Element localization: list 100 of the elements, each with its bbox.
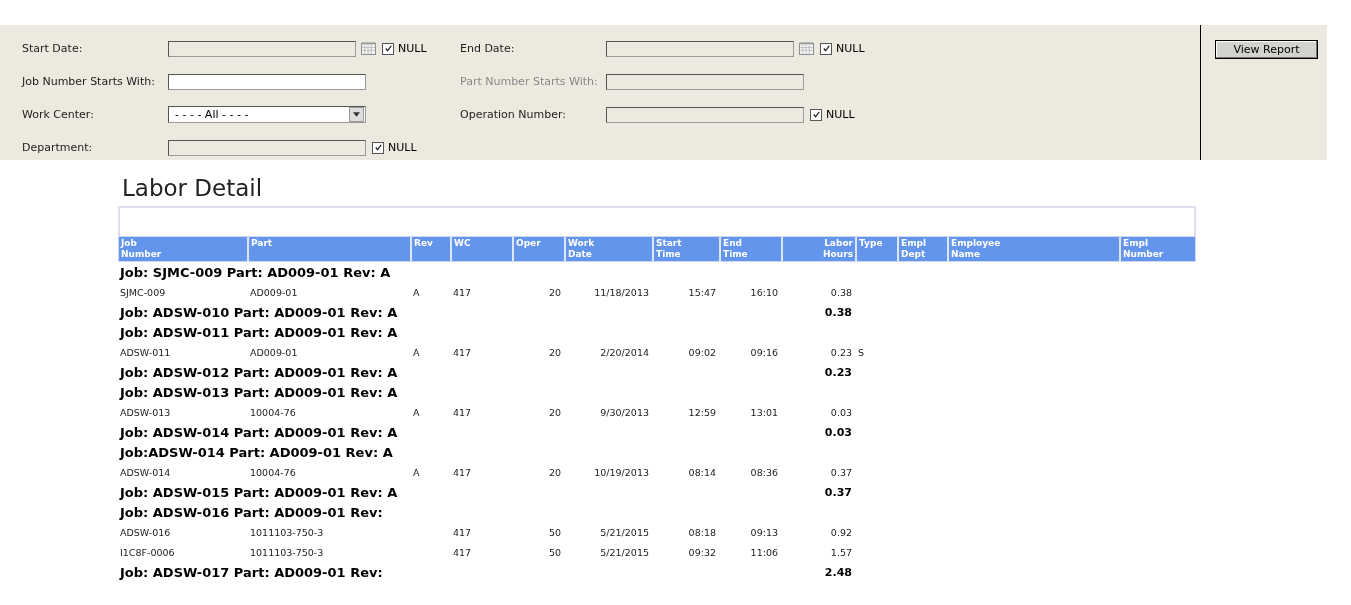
table-cell: ADSW-011 — [120, 346, 171, 358]
table-cell: 10/19/2013 — [594, 466, 649, 478]
parameter-label: Operation Number: — [460, 108, 567, 121]
group-header: Job: ADSW-017 Part: AD009-01 Rev: — [118, 564, 384, 580]
dropdown-arrow-icon — [353, 112, 360, 117]
table-cell: 20 — [548, 466, 561, 478]
table-cell: 10004-76 — [250, 466, 296, 478]
table-cell: AD009-01 — [250, 346, 298, 358]
column-header: Empl Number — [1122, 237, 1165, 261]
table-cell: 11:06 — [750, 546, 778, 558]
table-cell: 1011103-750-3 — [250, 526, 324, 538]
parameter-label: Job Number Starts With: — [22, 75, 156, 88]
table-cell: A — [413, 466, 420, 478]
table-cell: A — [413, 346, 420, 358]
group-header: Job:ADSW-014 Part: AD009-01 Rev: A — [118, 444, 394, 460]
group-header: Job: ADSW-011 Part: AD009-01 Rev: A — [118, 324, 399, 340]
table-cell: 417 — [453, 546, 472, 558]
group-header: Job: ADSW-012 Part: AD009-01 Rev: A — [118, 364, 399, 380]
table-cell: 08:18 — [688, 526, 716, 538]
group-header: Job: ADSW-013 Part: AD009-01 Rev: A — [118, 384, 399, 400]
column-header: WC — [452, 237, 514, 261]
parameter-label: Department: — [22, 141, 94, 154]
calendar-icon[interactable] — [361, 42, 376, 55]
column-header: Rev — [412, 237, 452, 261]
table-cell: 417 — [453, 286, 472, 298]
null-checkbox[interactable]: NULL — [382, 42, 427, 55]
table-cell: 417 — [453, 406, 472, 418]
column-header: Job Number — [119, 237, 249, 261]
table-cell: 417 — [453, 466, 472, 478]
table-cell: 0.03 — [830, 406, 852, 418]
parameter-label: Start Date: — [22, 42, 84, 55]
table-cell: ADSW-013 — [120, 406, 171, 418]
checkmark-icon — [811, 110, 821, 119]
table-cell: 5/21/2015 — [600, 526, 649, 538]
table-cell: 16:10 — [750, 286, 778, 298]
column-header: Labor Hours — [783, 237, 857, 261]
table-cell: 13:01 — [750, 406, 778, 418]
table-cell: 0.38 — [830, 286, 852, 298]
table-cell: ADSW-014 — [120, 466, 171, 478]
report-title: Labor Detail — [122, 175, 264, 201]
table-cell: 0.92 — [830, 526, 852, 538]
column-header: Work Date — [566, 237, 654, 261]
table-cell: 1.57 — [830, 546, 852, 558]
group-header: Job: ADSW-015 Part: AD009-01 Rev: A — [118, 484, 399, 500]
table-cell: 417 — [453, 526, 472, 538]
table-cell: 10004-76 — [250, 406, 296, 418]
column-header: Employee Name — [949, 237, 1121, 261]
column-header: End Time — [721, 237, 783, 261]
null-checkbox[interactable]: NULL — [820, 42, 865, 55]
column-header: Empl Dept — [899, 237, 949, 261]
table-cell: S — [858, 346, 865, 358]
table-cell: 12:59 — [688, 406, 716, 418]
table-cell: 11/18/2013 — [594, 286, 649, 298]
calendar-icon[interactable] — [799, 42, 814, 55]
work-center-dropdown[interactable]: - - - - All - - - - — [168, 106, 366, 123]
table-cell: 50 — [548, 546, 561, 558]
parameter-label: End Date: — [460, 42, 516, 55]
column-header: Start Time — [654, 237, 721, 261]
text-field[interactable] — [168, 139, 366, 156]
parameter-label: Part Number Starts With: — [460, 75, 599, 88]
table-cell: 20 — [548, 346, 561, 358]
parameter-label: Work Center: — [22, 108, 95, 121]
table-cell: 9/30/2013 — [600, 406, 649, 418]
table-cell: I1C8F-0006 — [120, 546, 175, 558]
table-cell: AD009-01 — [250, 286, 298, 298]
group-header: Job: SJMC-009 Part: AD009-01 Rev: A — [118, 264, 392, 280]
date-field[interactable] — [606, 40, 794, 57]
table-cell: 1011103-750-3 — [250, 546, 324, 558]
table-cell: 417 — [453, 346, 472, 358]
column-header: Type — [857, 237, 899, 261]
table-cell: 08:36 — [750, 466, 778, 478]
checkmark-icon — [821, 44, 831, 53]
view-report-button[interactable]: View Report — [1215, 40, 1318, 59]
table-cell: 5/21/2015 — [600, 546, 649, 558]
table-cell: 09:02 — [688, 346, 716, 358]
table-cell: 0.23 — [830, 346, 852, 358]
group-header: Job: ADSW-016 Part: AD009-01 Rev: — [118, 504, 384, 520]
table-cell: ADSW-016 — [120, 526, 171, 538]
table-cell: SJMC-009 — [120, 286, 166, 298]
group-total: 0.23 — [823, 365, 853, 379]
date-field[interactable] — [168, 40, 356, 57]
group-total: 0.03 — [823, 425, 853, 439]
text-field[interactable] — [606, 106, 804, 123]
checkmark-icon — [383, 44, 393, 53]
checkmark-icon — [373, 143, 383, 152]
text-field[interactable] — [168, 73, 366, 90]
group-header: Job: ADSW-014 Part: AD009-01 Rev: A — [118, 424, 399, 440]
group-total: 2.48 — [823, 565, 853, 579]
table-cell: 09:32 — [688, 546, 716, 558]
group-total: 0.38 — [823, 305, 853, 319]
table-cell: 20 — [548, 406, 561, 418]
table-cell: 20 — [548, 286, 561, 298]
table-cell: A — [413, 286, 420, 298]
column-header: Oper — [514, 237, 566, 261]
table-cell: 15:47 — [688, 286, 716, 298]
null-checkbox[interactable]: NULL — [372, 141, 417, 154]
null-checkbox[interactable]: NULL — [810, 108, 855, 121]
table-cell: 09:13 — [750, 526, 778, 538]
group-total: 0.37 — [823, 485, 853, 499]
group-header: Job: ADSW-010 Part: AD009-01 Rev: A — [118, 304, 399, 320]
